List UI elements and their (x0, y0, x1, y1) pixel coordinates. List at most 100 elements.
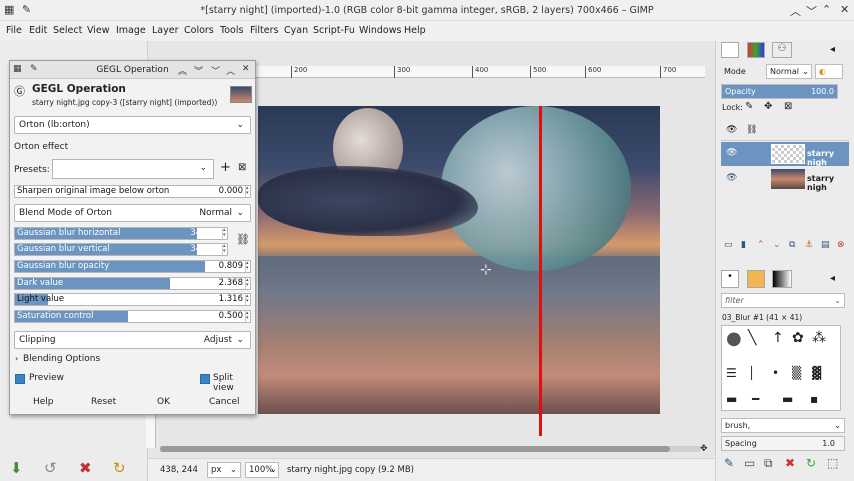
dock-menu-icon[interactable]: ◂ (830, 273, 835, 284)
blending-options-expander[interactable]: Blending Options (23, 354, 100, 364)
presets-combo[interactable]: ⌄ (52, 159, 214, 179)
edit-brush-icon[interactable]: ✎ (724, 456, 734, 470)
spin-arrows-icon[interactable]: ▴ ▾ (245, 294, 250, 305)
lock-position-icon[interactable]: ✥ (764, 101, 772, 112)
duplicate-brush-icon[interactable]: ⧉ (764, 456, 773, 471)
cancel-button[interactable]: Cancel (209, 397, 240, 407)
new-brush-icon[interactable]: ▭ (744, 456, 755, 470)
split-view-checkbox[interactable] (200, 374, 210, 384)
unit-select[interactable]: px ⌄ (207, 462, 241, 478)
layer-name[interactable]: starry nigh (807, 174, 849, 192)
duplicate-layer-icon[interactable]: ⧉ (789, 240, 795, 250)
delete-layer-icon[interactable]: ⊗ (837, 240, 845, 250)
layer-name[interactable]: starry nigh (807, 149, 849, 167)
new-group-icon[interactable]: ▮ (741, 240, 746, 250)
spin-arrows-icon[interactable]: ▴ ▾ (222, 228, 227, 239)
tab-layers[interactable] (721, 42, 739, 58)
brush-grunge-icon[interactable]: ▒ (792, 366, 801, 380)
chain-link-icon[interactable]: ⛓ (236, 233, 250, 246)
ok-button[interactable]: OK (157, 397, 170, 407)
image-canvas[interactable] (258, 106, 660, 414)
refresh-brushes-icon[interactable]: ↻ (806, 456, 816, 470)
brush-line-icon[interactable]: │ (748, 366, 755, 380)
operation-select[interactable]: Orton (lb:orton) ⌄ (14, 116, 251, 134)
sharpen-spinner[interactable]: Sharpen original image below orton 0.000… (14, 185, 251, 198)
help-button[interactable]: Help (33, 397, 54, 407)
lock-alpha-icon[interactable]: ⊠ (784, 101, 792, 112)
menu-script-fu[interactable]: Script-Fu (313, 25, 355, 36)
menu-cyan[interactable]: Cyan (284, 25, 308, 36)
brush-marker-icon[interactable]: ▬ (782, 392, 793, 406)
tab-brushes[interactable]: • (721, 270, 739, 288)
brush-tag-input[interactable]: brush, ⌄ (721, 418, 845, 433)
expand-icon[interactable]: ︾ (194, 64, 203, 77)
brush-blur-icon[interactable]: ● (726, 328, 742, 349)
layer-mode-select[interactable]: Normal ⌄ (766, 64, 812, 79)
reset-button[interactable]: Reset (91, 397, 116, 407)
delete-icon[interactable]: ✖ (79, 459, 92, 477)
spin-arrows-icon[interactable]: ▴ ▾ (245, 186, 250, 197)
brush-grid[interactable]: ● ╲ ↑ ✿ ⁂ ☰ │ • ▒ ▓ ▬ ━ ▬ ▪ (721, 325, 841, 411)
brush-pencil-icon[interactable]: ━ (752, 392, 759, 406)
close-icon[interactable]: ✕ (840, 3, 849, 16)
blend-mode-select[interactable]: Blend Mode of Orton Normal ⌄ (14, 204, 251, 222)
tab-paths[interactable]: ⚇ (772, 42, 792, 58)
brush-dash-icon[interactable]: ▬ (726, 392, 737, 406)
brush-dot-icon[interactable]: • (772, 366, 779, 380)
horizontal-scrollbar[interactable] (160, 446, 700, 452)
tab-gradients[interactable] (772, 270, 792, 288)
raise-layer-icon[interactable]: ⌃ (757, 240, 765, 250)
menu-select[interactable]: Select (53, 25, 82, 36)
collapse-icon[interactable]: ︽ (178, 64, 187, 77)
spin-arrows-icon[interactable]: ▴ ▾ (245, 278, 250, 289)
saturation-slider[interactable]: Saturation control 0.500 ▴ ▾ (14, 310, 251, 323)
brush-arrow-icon[interactable]: ↑ (772, 330, 784, 346)
brush-splatter-icon[interactable]: ⁂ (812, 330, 826, 346)
light-value-slider[interactable]: Light value 1.316 ▴ ▾ (14, 293, 251, 306)
save-tool-preset-icon[interactable]: ⬇ (10, 459, 23, 477)
maximize-icon[interactable]: ︿ (226, 64, 235, 77)
zoom-select[interactable]: 100% ⌄ (245, 462, 279, 478)
expander-arrow-icon[interactable]: › (15, 354, 18, 363)
brush-texture-icon[interactable]: ☰ (726, 366, 737, 380)
restore-icon[interactable]: ↺ (44, 459, 57, 477)
blur-opacity-slider[interactable]: Gaussian blur opacity 0.809 ▴ ▾ (14, 260, 251, 273)
layer-row[interactable]: 👁 starry nigh (721, 167, 849, 192)
menu-image[interactable]: Image (116, 25, 146, 36)
composite-mode-button[interactable]: ◐ (815, 64, 843, 79)
brush-chalk-icon[interactable]: ▓ (812, 366, 821, 380)
dock-menu-icon[interactable]: ◂ (830, 44, 835, 55)
tab-channels[interactable] (747, 42, 765, 58)
spin-arrows-icon[interactable]: ▴ ▾ (245, 261, 250, 272)
new-layer-icon[interactable]: ▭ (724, 240, 733, 250)
menu-file[interactable]: File (6, 25, 22, 36)
menu-windows[interactable]: Windows (359, 25, 401, 36)
preview-checkbox[interactable] (15, 374, 25, 384)
dark-value-slider[interactable]: Dark value 2.368 ▴ ▾ (14, 277, 251, 290)
menu-tools[interactable]: Tools (220, 25, 243, 36)
clipping-select[interactable]: Clipping Adjust ⌄ (14, 331, 251, 349)
maximize-icon[interactable]: ⌃ (822, 3, 831, 16)
split-view-guide[interactable] (539, 106, 542, 436)
blur-vertical-slider[interactable]: Gaussian blur vertical 34.348 ▴ ▾ (14, 243, 228, 256)
anchor-layer-icon[interactable]: ⚓ (805, 240, 813, 250)
spin-arrows-icon[interactable]: ▴ ▾ (222, 244, 227, 255)
tab-patterns[interactable] (747, 270, 765, 288)
brush-leaf-icon[interactable]: ✿ (792, 330, 804, 346)
spacing-slider[interactable]: Spacing 1.0 (721, 436, 845, 451)
eye-icon[interactable]: 👁 (726, 173, 737, 183)
open-as-image-icon[interactable]: ⬚ (827, 456, 838, 470)
close-icon[interactable]: ✕ (242, 64, 250, 74)
opacity-slider[interactable]: Opacity 100.0 (721, 84, 838, 99)
eye-icon[interactable]: 👁 (726, 148, 737, 158)
brush-filter-input[interactable]: filter ⌄ (721, 293, 845, 308)
blur-horizontal-slider[interactable]: Gaussian blur horizontal 34.348 ▴ ▾ (14, 227, 228, 240)
navigate-icon[interactable]: ✥ (700, 444, 708, 454)
delete-brush-icon[interactable]: ✖ (785, 456, 795, 470)
preset-menu-icon[interactable]: ⊠ (238, 162, 246, 173)
lock-pixels-icon[interactable]: ✎ (745, 101, 753, 112)
scrollbar-thumb[interactable] (160, 446, 670, 452)
mask-icon[interactable]: ▤ (821, 240, 830, 250)
spin-arrows-icon[interactable]: ▴ ▾ (245, 311, 250, 322)
brush-stroke-icon[interactable]: ╲ (748, 330, 756, 346)
